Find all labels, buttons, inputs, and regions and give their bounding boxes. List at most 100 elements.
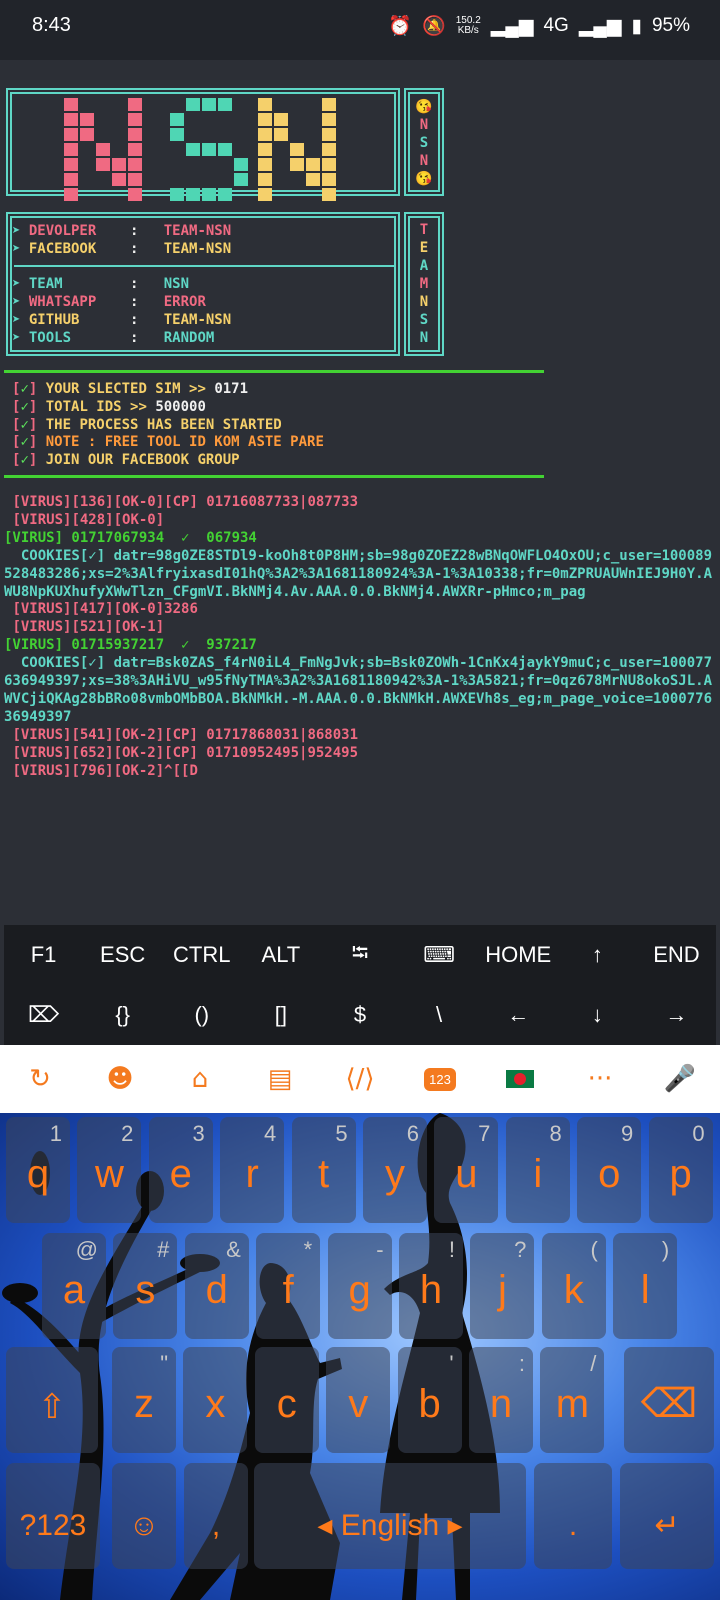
logo-cell [274, 188, 288, 201]
check-icon: ✓ [20, 398, 29, 415]
key-z[interactable]: z " [112, 1347, 176, 1453]
extra-key[interactable]: () [162, 1002, 241, 1028]
key-e[interactable]: e3 [148, 1117, 213, 1223]
key-b[interactable]: b ' [397, 1347, 462, 1453]
logo-cell [306, 143, 320, 156]
logo-letter-n [64, 98, 142, 201]
key-w[interactable]: w2 [77, 1117, 142, 1223]
signal-icon: ▂▄▆ [578, 15, 622, 37]
flag-icon[interactable] [503, 1062, 537, 1096]
clipboard-icon[interactable]: ▤ [263, 1062, 297, 1096]
extra-key[interactable]: $ [320, 1002, 399, 1028]
key-m[interactable]: m / [540, 1347, 605, 1453]
key-q[interactable]: q1 [6, 1117, 70, 1223]
key-t[interactable]: t5 [291, 1117, 356, 1223]
logo-cell [202, 98, 216, 111]
key-a[interactable]: a @ [42, 1233, 106, 1339]
key-c[interactable]: c [254, 1347, 319, 1453]
logo-cell [322, 98, 336, 111]
logo-cell [112, 143, 126, 156]
key-d[interactable]: d & [184, 1233, 249, 1339]
logo-cell [322, 113, 336, 126]
key-.[interactable]: . [534, 1463, 612, 1569]
check-prefix: ] [28, 398, 46, 415]
key-↵[interactable]: ↵ [620, 1463, 714, 1569]
more-icon[interactable]: ··· [583, 1062, 617, 1096]
logo-letter-n [258, 98, 336, 201]
key-hint: 3 [192, 1121, 205, 1146]
emoji-icon[interactable]: ☻ [103, 1062, 137, 1096]
key-,[interactable]: , [184, 1463, 248, 1569]
logo-cell [218, 143, 232, 156]
code-icon[interactable]: ⟨/⟩ [343, 1062, 377, 1096]
info-divider [14, 265, 396, 267]
store-icon[interactable]: ⌂ [183, 1062, 217, 1096]
logo-side-char: N [419, 117, 429, 133]
info-side-char: E [419, 240, 429, 256]
key-f[interactable]: f * [256, 1233, 321, 1339]
extra-key[interactable]: \ [400, 1002, 479, 1028]
extra-key[interactable]: CTRL [162, 942, 241, 968]
key-hint: ! [448, 1237, 455, 1262]
logo-cell [128, 188, 142, 201]
key-special[interactable]: ?123 [6, 1463, 100, 1569]
key-x[interactable]: x [183, 1347, 248, 1453]
extra-key[interactable]: {} [83, 1002, 162, 1028]
mic-icon[interactable]: 🎤 [663, 1062, 697, 1096]
key-j[interactable]: j? [470, 1233, 535, 1339]
key-k[interactable]: k( [541, 1233, 606, 1339]
key-l[interactable]: l) [613, 1233, 678, 1339]
key-hint: 6 [406, 1121, 419, 1146]
key-hint: 0 [692, 1121, 705, 1146]
key-r[interactable]: r4 [220, 1117, 285, 1223]
info-side-text: TEAMNSN [404, 221, 444, 347]
extra-key[interactable]: ↓ [558, 1002, 637, 1028]
extra-key[interactable]: ALT [241, 942, 320, 968]
status-bar: 8:43 ⏰ 🔕 150.2 KB/s ▂▄▆ 4G ▂▄▆ ▮ 95% [0, 0, 720, 60]
key-n[interactable]: n: [469, 1347, 533, 1453]
logo-cell [202, 188, 216, 201]
extra-key[interactable]: ESC [83, 942, 162, 968]
key-u[interactable]: u7 [434, 1117, 499, 1223]
extra-key[interactable]: ⌦ [4, 1002, 83, 1028]
logo-letter-s [170, 98, 248, 201]
extra-key[interactable]: ⭾ [320, 936, 399, 974]
key-☺[interactable]: ☺ [112, 1463, 176, 1569]
key-g[interactable]: g- [327, 1233, 392, 1339]
logo-cell [112, 113, 126, 126]
key-special[interactable]: ◂ English ▸ [254, 1463, 526, 1569]
numbers-icon[interactable]: 123 [423, 1062, 457, 1096]
key-⌫[interactable]: ⌫ [624, 1347, 714, 1453]
key-i[interactable]: i8 [505, 1117, 570, 1223]
terminal[interactable]: 😘 N S N 😘 ➤ DEVOLPER : TEAM-NSN ➤ FACEBOOK : … [0, 60, 720, 925]
notice-line: [✓] YOUR SLECTED SIM >> 0171 [12, 380, 248, 398]
output-line: [VIRUS] 01715937217 ✓ 937217 [4, 637, 257, 654]
key-hint: 9 [620, 1121, 634, 1146]
key-s[interactable]: s # [113, 1233, 178, 1339]
logo-cell [274, 113, 288, 126]
info-arrow: ➤ [12, 223, 29, 239]
key-o[interactable]: o9 [577, 1117, 642, 1223]
key-v[interactable]: v [326, 1347, 391, 1453]
extra-key[interactable]: END [637, 942, 716, 968]
extra-key[interactable]: ⌨ [400, 942, 479, 968]
key-⇧[interactable]: ⇧ [6, 1347, 98, 1453]
key-hint: 1 [49, 1121, 62, 1146]
logo-cell [322, 128, 336, 141]
logo-cell [186, 98, 200, 111]
extra-key[interactable]: ↑ [558, 942, 637, 968]
key-y[interactable]: y6 [363, 1117, 427, 1223]
key-label: ⇧ [37, 1388, 67, 1426]
logo-cell [64, 128, 78, 141]
logo-cell [218, 128, 232, 141]
key-h[interactable]: h! [399, 1233, 463, 1339]
info-label: TEAM [28, 276, 131, 292]
extra-key[interactable]: → [637, 1002, 716, 1028]
key-label: ⌫ [640, 1382, 698, 1426]
extra-key[interactable]: [] [241, 1002, 320, 1028]
key-p[interactable]: p0 [648, 1117, 713, 1223]
extra-key[interactable]: ← [479, 1002, 558, 1028]
translate-icon[interactable]: ↻ [23, 1062, 57, 1096]
extra-key[interactable]: HOME [479, 942, 558, 968]
extra-key[interactable]: F1 [4, 942, 83, 968]
